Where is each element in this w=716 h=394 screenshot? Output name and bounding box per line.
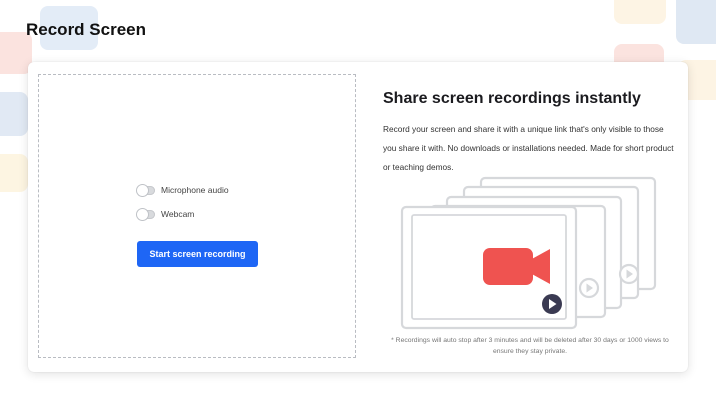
info-heading: Share screen recordings instantly xyxy=(383,90,641,107)
play-icon xyxy=(578,277,600,299)
decor-block xyxy=(0,92,28,136)
webcam-toggle[interactable]: Webcam xyxy=(137,208,195,220)
recordings-illustration xyxy=(400,176,657,330)
play-icon xyxy=(542,294,562,314)
webcam-label: Webcam xyxy=(161,209,195,219)
microphone-switch[interactable] xyxy=(137,184,155,196)
play-icon xyxy=(618,263,640,285)
webcam-switch[interactable] xyxy=(137,208,155,220)
microphone-toggle[interactable]: Microphone audio xyxy=(137,184,229,196)
record-card: Microphone audio Webcam Start screen rec… xyxy=(28,62,688,372)
decor-block xyxy=(614,0,666,24)
microphone-label: Microphone audio xyxy=(161,185,229,195)
info-description: Record your screen and share it with a u… xyxy=(383,124,674,172)
recording-preview-area: Microphone audio Webcam Start screen rec… xyxy=(38,74,356,358)
page-title: Record Screen xyxy=(26,20,146,39)
recording-footnote: * Recordings will auto stop after 3 minu… xyxy=(391,337,669,355)
decor-block xyxy=(676,0,716,44)
decor-block xyxy=(0,154,28,192)
start-recording-button[interactable]: Start screen recording xyxy=(137,241,258,267)
